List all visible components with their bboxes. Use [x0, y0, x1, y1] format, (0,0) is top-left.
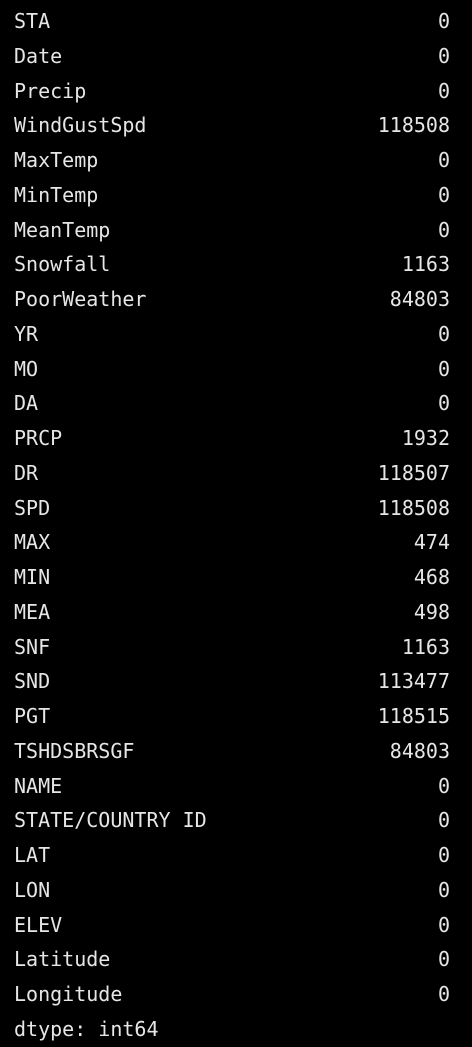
row-key: Precip	[14, 78, 87, 103]
row-value: 0	[437, 148, 450, 172]
series-row: SPD 118508	[14, 491, 450, 526]
row-key: DA	[14, 391, 39, 416]
series-row: STATE/COUNTRY ID 0	[14, 803, 450, 838]
row-key: TSHDSBRSGF	[14, 738, 135, 763]
row-value: 118507	[377, 460, 450, 485]
row-key: MAX	[14, 530, 51, 555]
row-key: WindGustSpd	[14, 113, 147, 138]
series-row: STA 0	[14, 4, 450, 39]
row-value: 0	[437, 217, 450, 242]
row-key: LAT	[14, 843, 51, 867]
row-value: 0	[437, 182, 450, 207]
row-key: PRCP	[14, 426, 63, 450]
series-row: NAME 0	[14, 769, 450, 804]
row-key: STA	[14, 9, 51, 33]
row-value: 0	[437, 9, 450, 33]
row-value: 0	[437, 43, 450, 68]
row-key: MO	[14, 356, 39, 381]
row-value: 0	[437, 982, 450, 1006]
row-key: STATE/COUNTRY ID	[14, 808, 207, 833]
series-row: MIN 468	[14, 560, 450, 595]
series-row: DA 0	[14, 386, 450, 421]
row-value: 118508	[377, 113, 450, 138]
row-value: 0	[437, 773, 450, 798]
series-row: YR 0	[14, 317, 450, 352]
row-key: MaxTemp	[14, 148, 99, 172]
row-value: 0	[437, 808, 450, 833]
row-value: 1932	[401, 426, 450, 450]
series-row: MEA 498	[14, 595, 450, 630]
series-output: STA 0 Date 0 Precip 0 WindGustSpd 118508 MaxTemp…	[14, 4, 450, 1047]
row-value: 498	[413, 599, 450, 624]
series-row: SNF 1163	[14, 630, 450, 665]
series-row: LON 0	[14, 873, 450, 908]
series-row: LAT 0	[14, 838, 450, 873]
series-row: PRCP 1932	[14, 421, 450, 456]
series-row: PoorWeather 84803	[14, 282, 450, 317]
row-value: 474	[413, 530, 450, 555]
row-key: Latitude	[14, 947, 111, 972]
series-row: Snowfall 1163	[14, 247, 450, 282]
row-key: ELEV	[14, 912, 63, 937]
row-value: 0	[437, 391, 450, 416]
row-key: NAME	[14, 773, 63, 798]
row-value: 0	[437, 947, 450, 972]
series-row: MinTemp 0	[14, 178, 450, 213]
row-key: YR	[14, 321, 39, 346]
row-value: 84803	[389, 287, 450, 311]
series-row: Date 0	[14, 39, 450, 74]
row-key: DR	[14, 460, 39, 485]
row-key: Snowfall	[14, 252, 111, 277]
dtype-line: dtype: int64	[14, 1016, 159, 1041]
row-value: 84803	[389, 738, 450, 763]
row-key: SPD	[14, 495, 51, 520]
row-value: 0	[437, 912, 450, 937]
series-row: DR 118507	[14, 456, 450, 491]
series-row: SND 113477	[14, 664, 450, 699]
series-row: TSHDSBRSGF 84803	[14, 734, 450, 769]
row-value: 118508	[377, 495, 450, 520]
row-key: PoorWeather	[14, 287, 147, 311]
series-row: Longitude 0	[14, 977, 450, 1012]
row-key: Longitude	[14, 982, 123, 1006]
row-value: 1163	[401, 634, 450, 659]
row-value: 0	[437, 321, 450, 346]
series-rows: STA 0 Date 0 Precip 0 WindGustSpd 118508 MaxTemp…	[14, 4, 450, 1012]
series-row: ELEV 0	[14, 908, 450, 943]
row-key: SNF	[14, 634, 51, 659]
series-row: PGT 118515	[14, 699, 450, 734]
series-row: MAX 474	[14, 525, 450, 560]
series-row: MaxTemp 0	[14, 143, 450, 178]
series-row: Latitude 0	[14, 942, 450, 977]
row-value: 468	[413, 565, 450, 589]
row-value: 0	[437, 78, 450, 103]
row-value: 113477	[377, 669, 450, 694]
row-key: LON	[14, 877, 51, 902]
row-value: 0	[437, 356, 450, 381]
row-key: SND	[14, 669, 51, 694]
row-key: Date	[14, 43, 63, 68]
row-key: PGT	[14, 704, 51, 728]
row-key: MeanTemp	[14, 217, 111, 242]
row-key: MEA	[14, 599, 51, 624]
row-value: 1163	[401, 252, 450, 277]
row-value: 0	[437, 877, 450, 902]
row-value: 0	[437, 843, 450, 867]
row-key: MIN	[14, 565, 51, 589]
series-row: MO 0	[14, 352, 450, 387]
row-key: MinTemp	[14, 182, 99, 207]
series-row: MeanTemp 0	[14, 213, 450, 248]
series-row: WindGustSpd 118508	[14, 108, 450, 143]
series-row: Precip 0	[14, 74, 450, 109]
row-value: 118515	[377, 704, 450, 728]
